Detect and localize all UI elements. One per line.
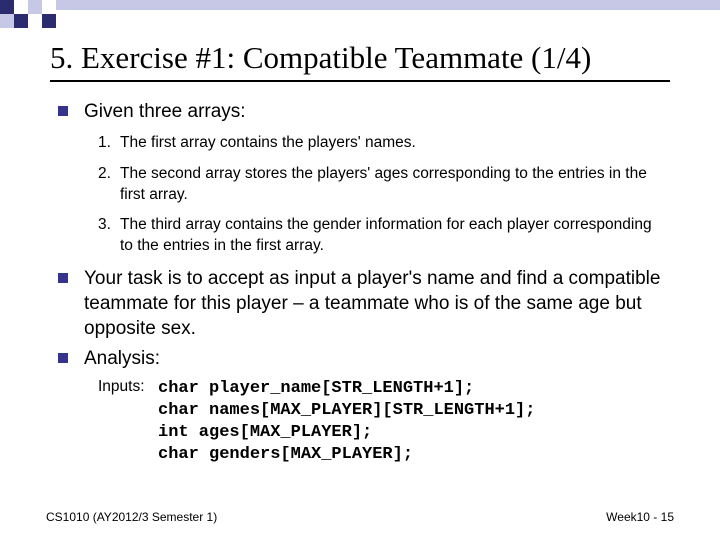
- bullet-text: Given three arrays:: [84, 100, 246, 125]
- square-bullet-icon: [58, 106, 68, 116]
- list-number: 1.: [98, 133, 120, 154]
- slide-title: 5. Exercise #1: Compatible Teammate (1/4…: [50, 40, 591, 76]
- code-line: int ages[MAX_PLAYER];: [158, 423, 372, 442]
- list-number: 3.: [98, 215, 120, 257]
- title-underline: [50, 80, 670, 82]
- numbered-list: 1. The first array contains the players'…: [98, 133, 668, 258]
- bullet-text: Analysis:: [84, 347, 160, 372]
- list-text: The first array contains the players' na…: [120, 133, 416, 154]
- bullet-text: Your task is to accept as input a player…: [84, 267, 668, 341]
- footer-course-info: CS1010 (AY2012/3 Semester 1): [46, 510, 217, 524]
- square-bullet-icon: [58, 353, 68, 363]
- list-item: 2. The second array stores the players' …: [98, 164, 668, 206]
- list-item: 3. The third array contains the gender i…: [98, 215, 668, 257]
- list-text: The second array stores the players' age…: [120, 164, 668, 206]
- list-number: 2.: [98, 164, 120, 206]
- code-line: char genders[MAX_PLAYER];: [158, 445, 413, 464]
- bullet-item: Given three arrays:: [58, 100, 668, 125]
- footer-page-number: Week10 - 15: [606, 510, 674, 524]
- bullet-item: Analysis:: [58, 347, 668, 372]
- square-bullet-icon: [58, 273, 68, 283]
- code-block: char player_name[STR_LENGTH+1]; char nam…: [158, 378, 535, 466]
- inputs-block: Inputs: char player_name[STR_LENGTH+1]; …: [98, 378, 668, 466]
- slide-body: Given three arrays: 1. The first array c…: [58, 100, 668, 466]
- bullet-item: Your task is to accept as input a player…: [58, 267, 668, 341]
- inputs-label: Inputs:: [98, 378, 158, 466]
- list-item: 1. The first array contains the players'…: [98, 133, 668, 154]
- code-line: char names[MAX_PLAYER][STR_LENGTH+1];: [158, 401, 535, 420]
- list-text: The third array contains the gender info…: [120, 215, 668, 257]
- code-line: char player_name[STR_LENGTH+1];: [158, 379, 474, 398]
- slide-decoration: [0, 0, 720, 28]
